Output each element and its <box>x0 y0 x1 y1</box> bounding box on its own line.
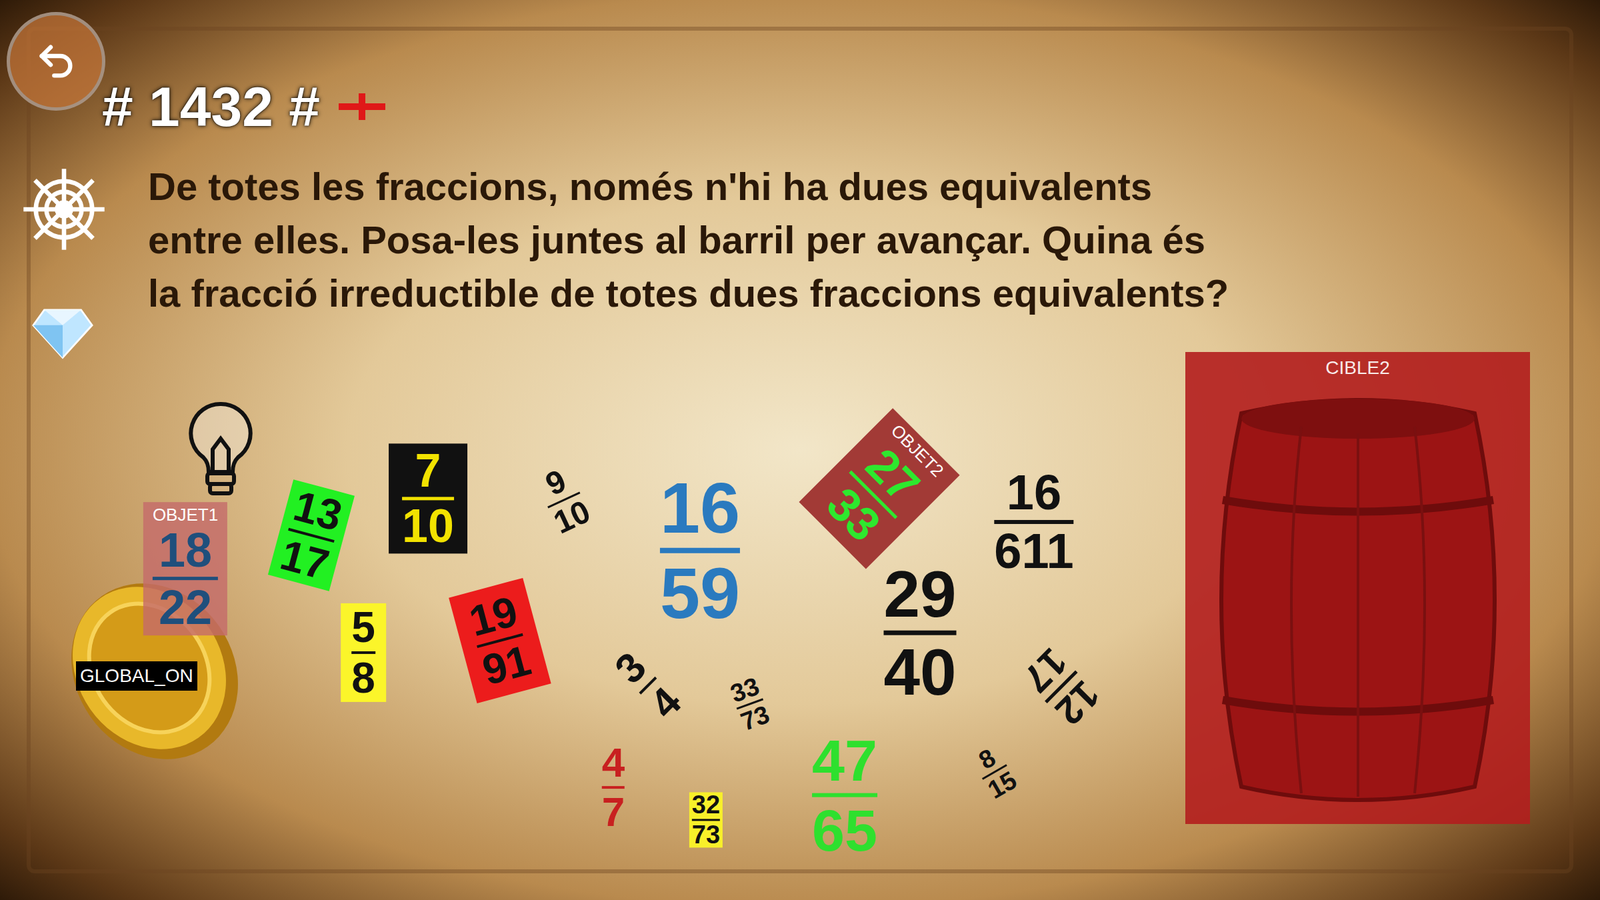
fraction-card[interactable]: 710 <box>388 443 468 554</box>
object-label: OBJET1 <box>152 502 218 526</box>
title-row: # 1432 # <box>102 78 1600 135</box>
fraction-card[interactable]: OBJET118 22 <box>143 502 228 636</box>
fraction-bar <box>692 819 720 822</box>
fraction-numerator: 16 <box>660 472 740 544</box>
fraction-denominator: 17 <box>276 533 333 587</box>
fraction-card[interactable]: 910 <box>530 459 598 540</box>
fraction-numerator: 16 <box>1006 468 1062 518</box>
fraction-card[interactable]: 4765 <box>809 731 880 860</box>
fraction-numerator: 29 <box>883 561 956 627</box>
question-line: la fracció irreductible de totes dues fr… <box>148 266 1600 320</box>
fraction-denominator: 65 <box>812 800 878 860</box>
fraction-denominator: 59 <box>660 557 740 630</box>
game-screen: # 1432 # De totes les fraccions, només n'… <box>0 0 1600 900</box>
fraction-card[interactable]: 47 <box>599 742 628 833</box>
fraction-denominator: 7 <box>602 791 625 833</box>
fraction-numerator: 13 <box>289 484 346 538</box>
back-arrow-icon <box>34 40 78 83</box>
fraction-numerator: 7 <box>415 447 442 494</box>
fraction-denominator: 40 <box>883 638 956 704</box>
back-button[interactable] <box>6 12 106 111</box>
fraction-numerator: 32 <box>692 792 720 818</box>
fraction-card[interactable]: 58 <box>340 603 386 702</box>
fraction-bar <box>152 576 218 580</box>
fraction-bar <box>602 786 625 789</box>
global-on-label: GLOBAL_ON <box>76 661 198 691</box>
fraction-numerator: 5 <box>351 606 376 649</box>
fraction-bar <box>351 651 376 654</box>
fraction-card[interactable]: 34 <box>606 643 690 728</box>
diamond-icon[interactable] <box>32 303 94 360</box>
fraction-bar <box>883 630 956 636</box>
fraction-denominator: 611 <box>994 526 1074 576</box>
fraction-card[interactable]: 815 <box>967 740 1022 804</box>
target-label: CIBLE2 <box>1325 352 1390 378</box>
fraction-card[interactable]: 1217 <box>1014 639 1108 734</box>
fraction-bar <box>402 497 454 501</box>
fraction-numerator: 47 <box>812 731 878 790</box>
fraction-bar <box>812 793 878 798</box>
fraction-denominator: 91 <box>478 638 535 692</box>
fraction-bar <box>660 548 740 554</box>
fraction-card[interactable]: 1659 <box>657 472 743 630</box>
fraction-denominator: 10 <box>402 503 454 550</box>
red-cross-icon <box>338 93 386 120</box>
fraction-card[interactable]: 3373 <box>726 672 774 736</box>
lightbulb-icon[interactable] <box>180 398 262 506</box>
question-line: De totes les fraccions, només n'hi ha du… <box>148 160 1600 214</box>
fraction-numerator: 4 <box>602 742 625 784</box>
fraction-card[interactable]: 1991 <box>448 578 552 704</box>
fraction-card[interactable]: 16611 <box>991 468 1076 576</box>
fraction-denominator: 22 <box>158 583 212 632</box>
fraction-card[interactable]: 3273 <box>689 792 723 848</box>
question-line: entre elles. Posa-les juntes al barril p… <box>148 213 1600 267</box>
fraction-bar <box>994 520 1074 524</box>
fraction-numerator: 8 <box>974 744 1000 774</box>
fraction-denominator: 8 <box>351 656 376 700</box>
header-area: # 1432 # De totes les fraccions, només n'… <box>0 0 1600 320</box>
fraction-numerator: 18 <box>158 526 212 574</box>
fraction-denominator: 4 <box>642 680 688 726</box>
fraction-numerator: 9 <box>541 464 571 502</box>
fraction-card[interactable]: 1317 <box>268 479 355 592</box>
fraction-denominator: 15 <box>983 767 1021 804</box>
fraction-card[interactable]: OBJET22733 <box>798 408 960 569</box>
fraction-card[interactable]: 2940 <box>880 561 959 705</box>
fraction-denominator: 73 <box>692 822 720 848</box>
ship-wheel-icon[interactable] <box>20 165 108 254</box>
barrel-target[interactable]: CIBLE2 <box>1185 352 1530 824</box>
level-title: # 1432 # <box>102 78 320 135</box>
question-text: De totes les fraccions, només n'hi ha du… <box>148 160 1600 320</box>
barrel-icon <box>1201 386 1515 814</box>
